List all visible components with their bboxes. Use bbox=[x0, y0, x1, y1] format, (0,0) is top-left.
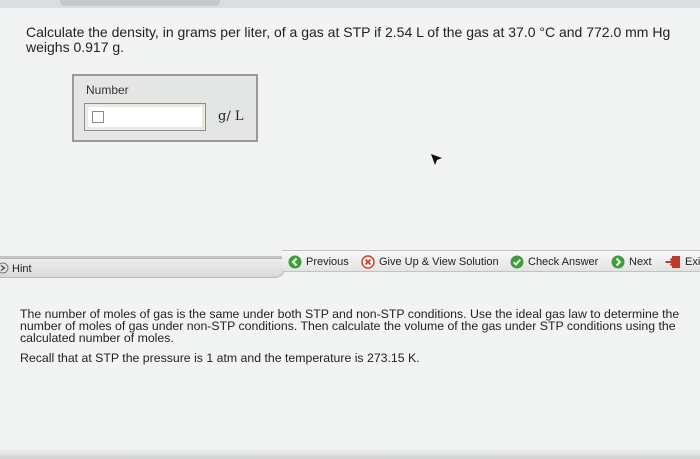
check-icon bbox=[510, 255, 524, 269]
give-up-button[interactable]: Give Up & View Solution bbox=[361, 255, 499, 269]
unit-label: g/ L bbox=[218, 109, 244, 124]
exit-label: Exi bbox=[685, 256, 700, 268]
top-tab-edge bbox=[60, 0, 220, 6]
action-bar: Previous Give Up & View Solution Check A… bbox=[282, 250, 700, 272]
check-answer-label: Check Answer bbox=[528, 256, 599, 268]
hint-chevron-icon bbox=[0, 262, 9, 274]
hint-paragraph-2: Recall that at STP the pressure is 1 atm… bbox=[20, 351, 420, 365]
previous-button[interactable]: Previous bbox=[288, 255, 349, 269]
previous-icon bbox=[288, 255, 302, 269]
answer-input[interactable] bbox=[92, 111, 104, 123]
hint-tab[interactable]: Hint bbox=[0, 258, 285, 278]
bottom-edge bbox=[0, 448, 700, 459]
answer-box: Number g/ L bbox=[72, 74, 258, 142]
question-line-1: Calculate the density, in grams per lite… bbox=[26, 24, 671, 40]
hint-label: Hint bbox=[12, 263, 32, 275]
answer-input-frame[interactable] bbox=[84, 103, 206, 131]
exit-button[interactable]: Exi bbox=[665, 255, 700, 269]
previous-label: Previous bbox=[306, 256, 349, 268]
hint-paragraph-1: The number of moles of gas is the same u… bbox=[20, 307, 680, 345]
question-line-2: weighs 0.917 g. bbox=[26, 39, 125, 55]
hint-content: The number of moles of gas is the same u… bbox=[20, 308, 680, 364]
check-answer-button[interactable]: Check Answer bbox=[510, 255, 598, 269]
exit-icon bbox=[665, 256, 680, 268]
next-button[interactable]: Next bbox=[611, 255, 652, 269]
next-icon bbox=[611, 255, 625, 269]
give-up-icon bbox=[361, 255, 375, 269]
question-text: Calculate the density, in grams per lite… bbox=[26, 25, 686, 55]
answer-label: Number bbox=[86, 83, 129, 97]
give-up-label: Give Up & View Solution bbox=[379, 256, 499, 268]
next-label: Next bbox=[629, 256, 652, 268]
mouse-cursor-icon bbox=[431, 154, 442, 165]
